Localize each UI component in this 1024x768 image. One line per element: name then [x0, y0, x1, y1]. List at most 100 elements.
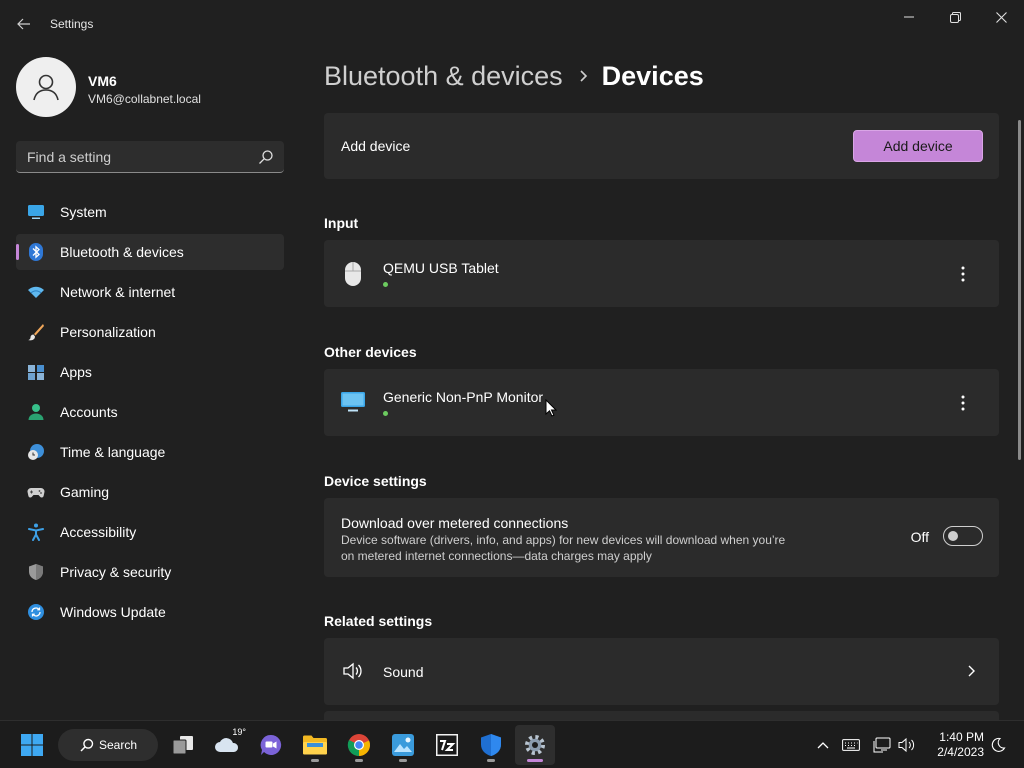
defender-button[interactable]: [471, 725, 511, 765]
device-card-generic-monitor[interactable]: Generic Non-PnP Monitor: [324, 369, 999, 436]
monitor-icon: [28, 205, 44, 219]
sidebar-item-network[interactable]: Network & internet: [16, 274, 284, 310]
more-vertical-icon: [961, 266, 965, 282]
back-button[interactable]: [12, 12, 36, 36]
device-name: Generic Non-PnP Monitor: [383, 389, 544, 405]
user-name: VM6: [88, 73, 117, 89]
7zip-button[interactable]: [427, 725, 467, 765]
notification-center-button[interactable]: [988, 735, 1008, 755]
bluetooth-icon: [29, 243, 43, 261]
section-title-related-settings: Related settings: [324, 613, 433, 629]
running-indicator: [527, 759, 543, 762]
sidebar-item-accessibility[interactable]: Accessibility: [16, 514, 284, 550]
show-hidden-icons-button[interactable]: [813, 735, 833, 755]
taskbar-search-button[interactable]: Search: [58, 729, 158, 761]
section-title-other-devices: Other devices: [324, 344, 417, 360]
sidebar-item-label: Bluetooth & devices: [60, 244, 184, 260]
toggle-knob: [948, 531, 958, 541]
brush-icon: [28, 324, 44, 341]
restore-button[interactable]: [932, 4, 978, 30]
search-input[interactable]: [16, 141, 252, 172]
sidebar-item-label: Windows Update: [60, 604, 166, 620]
related-item-label: Sound: [383, 664, 424, 680]
related-item-sound[interactable]: Sound: [324, 638, 999, 705]
sidebar-item-label: System: [60, 204, 107, 220]
metered-connections-toggle[interactable]: [943, 526, 983, 546]
moon-icon: [991, 737, 1006, 752]
sidebar-item-privacy[interactable]: Privacy & security: [16, 554, 284, 590]
mouse-icon: [340, 261, 366, 287]
chat-video-icon: [260, 734, 282, 755]
apps-icon: [28, 365, 44, 380]
title-bar: Settings: [0, 0, 1024, 48]
weather-widget-button[interactable]: 19°: [207, 725, 247, 765]
metered-setting-description-line1: Device software (drivers, info, and apps…: [341, 533, 786, 547]
keyboard-icon: [842, 739, 860, 751]
chevron-right-icon: [579, 69, 588, 83]
more-options-button[interactable]: [949, 389, 977, 417]
sidebar-nav: System Bluetooth & devices Network & int…: [16, 194, 284, 634]
speaker-icon: [340, 658, 366, 684]
scrollbar[interactable]: [1018, 120, 1021, 460]
windows-logo-icon: [21, 734, 43, 756]
folder-icon: [303, 735, 327, 755]
sidebar-item-system[interactable]: System: [16, 194, 284, 230]
cloud-icon: [215, 738, 239, 752]
sidebar-item-time-language[interactable]: Time & language: [16, 434, 284, 470]
file-explorer-button[interactable]: [295, 725, 335, 765]
network-wired-icon: [873, 737, 891, 753]
sidebar-item-apps[interactable]: Apps: [16, 354, 284, 390]
running-indicator: [355, 759, 363, 762]
chrome-button[interactable]: [339, 725, 379, 765]
minimize-button[interactable]: [886, 4, 932, 30]
sidebar-item-personalization[interactable]: Personalization: [16, 314, 284, 350]
running-indicator: [487, 759, 495, 762]
sidebar-item-bluetooth[interactable]: Bluetooth & devices: [16, 234, 284, 270]
sidebar-item-accounts[interactable]: Accounts: [16, 394, 284, 430]
volume-button[interactable]: [897, 735, 917, 755]
monitor-icon: [340, 389, 366, 415]
page-title: Devices: [601, 60, 704, 91]
avatar: [16, 57, 76, 117]
sidebar-item-label: Privacy & security: [60, 564, 172, 580]
more-vertical-icon: [961, 395, 965, 411]
mouse-cursor-icon: [545, 399, 557, 417]
start-button[interactable]: [12, 725, 52, 765]
related-item-next[interactable]: [324, 711, 999, 720]
input-indicator-button[interactable]: [841, 735, 861, 755]
search-icon[interactable]: [258, 149, 274, 165]
photos-button[interactable]: [383, 725, 423, 765]
add-device-button[interactable]: Add device: [853, 130, 983, 162]
photos-icon: [392, 734, 414, 756]
taskbar-clock[interactable]: 1:40 PM 2/4/2023: [928, 730, 984, 760]
sidebar-item-label: Gaming: [60, 484, 110, 500]
chat-button[interactable]: [251, 725, 291, 765]
clock-globe-icon: [28, 444, 44, 460]
sidebar-item-gaming[interactable]: Gaming: [16, 474, 284, 510]
sidebar-item-label: Accessibility: [60, 524, 137, 540]
metered-setting-label: Download over metered connections: [341, 515, 569, 531]
device-name: QEMU USB Tablet: [383, 260, 499, 276]
close-icon: [995, 11, 1007, 23]
close-button[interactable]: [978, 4, 1024, 30]
device-card-qemu-usb-tablet[interactable]: QEMU USB Tablet: [324, 240, 999, 307]
person-icon: [33, 74, 59, 101]
gear-icon: [525, 735, 545, 755]
arrow-left-icon: [17, 18, 30, 30]
settings-app-button[interactable]: [515, 725, 555, 765]
chevron-up-icon: [817, 742, 829, 749]
task-view-button[interactable]: [163, 725, 203, 765]
clock-date: 2/4/2023: [937, 745, 984, 759]
weather-temperature: 19°: [232, 727, 246, 737]
breadcrumb-parent-link[interactable]: Bluetooth & devices: [324, 61, 563, 92]
more-options-button[interactable]: [949, 260, 977, 288]
taskbar-search-label: Search: [99, 738, 138, 752]
metered-connections-card: Download over metered connections Device…: [324, 498, 999, 577]
sidebar-item-windows-update[interactable]: Windows Update: [16, 594, 284, 630]
toggle-state-label: Off: [910, 529, 929, 545]
user-profile[interactable]: VM6 VM6@collabnet.local: [16, 57, 296, 117]
section-title-device-settings: Device settings: [324, 473, 427, 489]
network-status-button[interactable]: [872, 735, 892, 755]
sidebar-item-label: Network & internet: [60, 284, 176, 300]
connected-status-dot: [383, 282, 388, 287]
